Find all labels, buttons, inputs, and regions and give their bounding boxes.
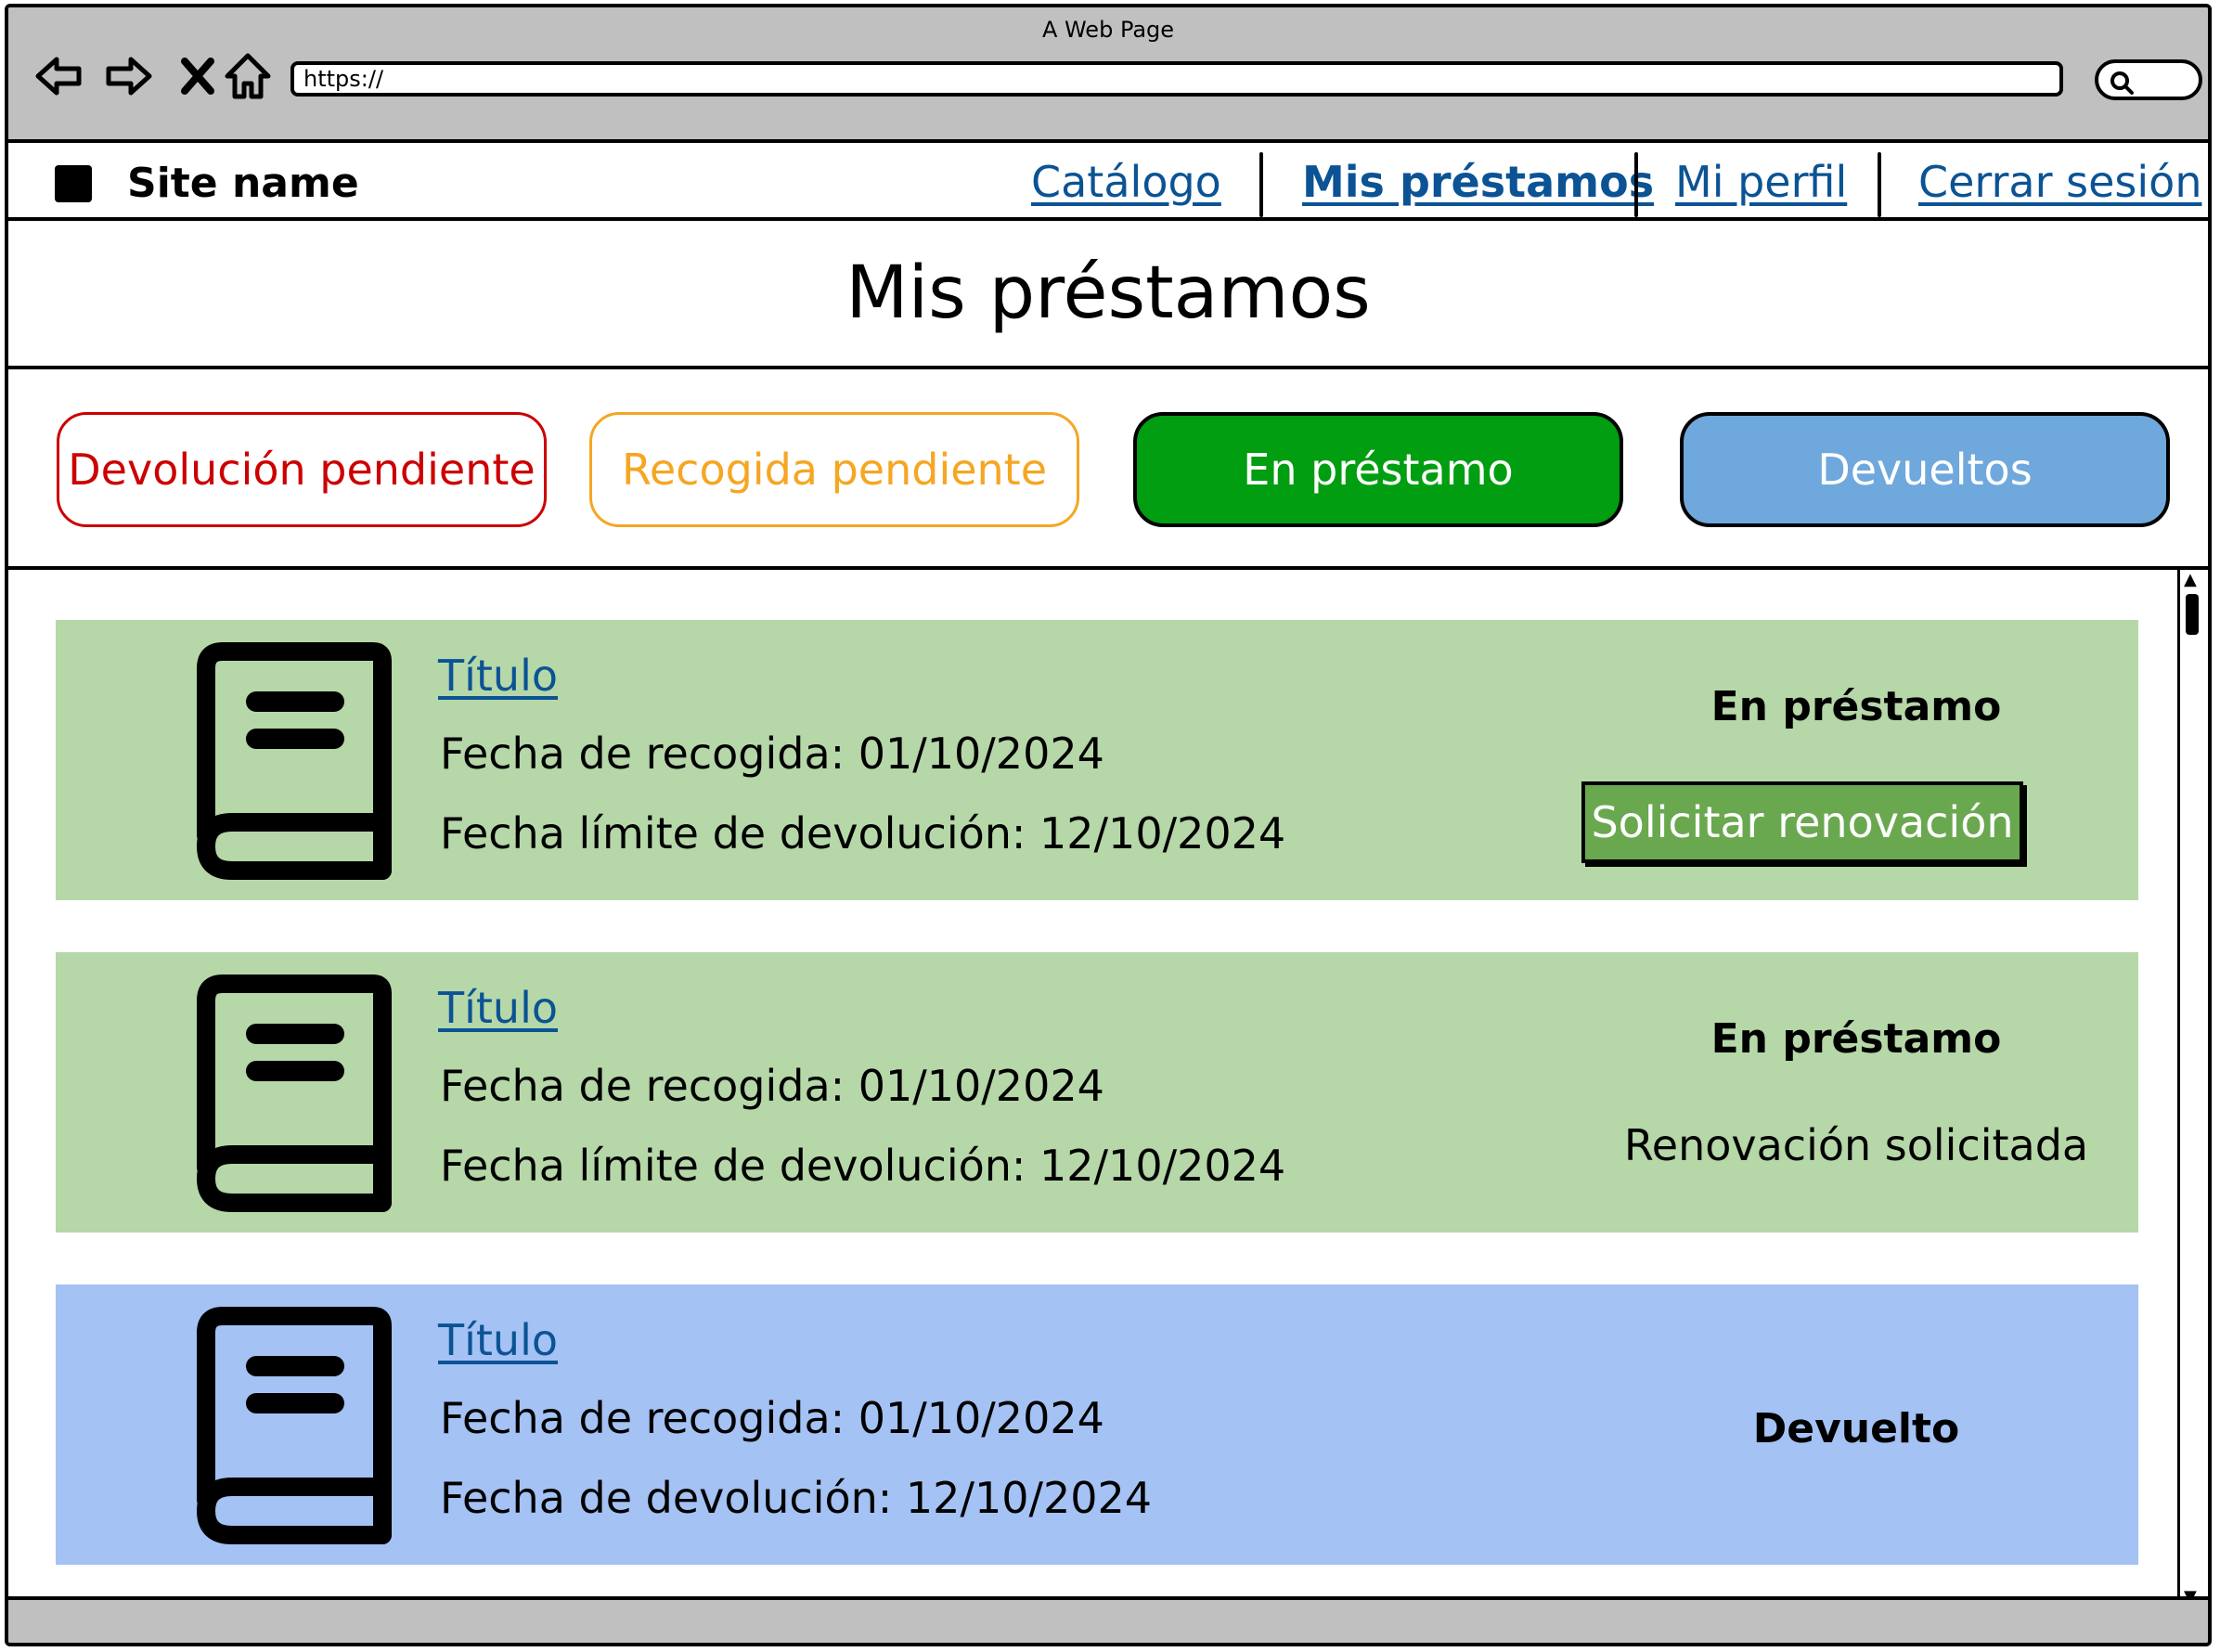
back-arrow-icon[interactable] [32, 50, 84, 102]
browser-toolbar: A Web Page https:// [8, 7, 2208, 143]
browser-status-bar [8, 1596, 2208, 1643]
nav-link-cerrar-sesion[interactable]: Cerrar sesión [1918, 154, 2201, 210]
return-date: Fecha de devolución: 12/10/2024 [440, 1473, 1153, 1523]
page-title: Mis préstamos [845, 252, 1371, 335]
vertical-scrollbar[interactable]: ▲ ▼ [2177, 570, 2208, 1607]
site-header: Site name Catálogo Mis préstamos Mi perf… [8, 143, 2208, 221]
site-logo [55, 165, 92, 202]
page-title-section: Mis préstamos [8, 221, 2208, 369]
home-icon[interactable] [222, 50, 274, 102]
loan-card: Título Fecha de recogida: 01/10/2024 Fec… [56, 620, 2138, 900]
book-icon [197, 1307, 392, 1544]
nav-separator [1634, 152, 1638, 217]
forward-arrow-icon[interactable] [103, 50, 155, 102]
filter-recogida-pendiente-button[interactable]: Recogida pendiente [589, 412, 1079, 527]
loan-title-link[interactable]: Título [438, 1314, 558, 1366]
scroll-up-icon[interactable]: ▲ [2184, 572, 2197, 588]
nav-separator [1878, 152, 1881, 217]
pickup-date: Fecha de recogida: 01/10/2024 [440, 1061, 1104, 1111]
nav-link-mi-perfil[interactable]: Mi perfil [1675, 154, 1847, 210]
book-icon [197, 974, 392, 1212]
browser-search-field[interactable] [2095, 59, 2202, 100]
nav-link-catalogo[interactable]: Catálogo [1031, 154, 1221, 210]
status-filters: Devolución pendiente Recogida pendiente … [8, 369, 2208, 570]
pickup-date: Fecha de recogida: 01/10/2024 [440, 1393, 1104, 1443]
loan-card: Título Fecha de recogida: 01/10/2024 Fec… [56, 952, 2138, 1233]
loan-list: Título Fecha de recogida: 01/10/2024 Fec… [8, 570, 2208, 1607]
due-date: Fecha límite de devolución: 12/10/2024 [440, 1141, 1286, 1191]
due-date: Fecha límite de devolución: 12/10/2024 [440, 808, 1286, 858]
loan-title-link[interactable]: Título [438, 982, 558, 1034]
loan-status: Devuelto [1752, 1405, 1960, 1452]
browser-window: A Web Page https:// Site name Catálogo M… [5, 4, 2212, 1646]
close-x-icon[interactable] [172, 50, 224, 102]
loan-status: En préstamo [1710, 1015, 2002, 1063]
search-icon [2110, 71, 2134, 95]
window-title: A Web Page [1041, 17, 1175, 43]
book-icon [197, 642, 392, 880]
address-bar[interactable]: https:// [290, 61, 2063, 97]
pickup-date: Fecha de recogida: 01/10/2024 [440, 729, 1104, 779]
filter-en-prestamo-button[interactable]: En préstamo [1133, 412, 1623, 527]
renewal-requested-note: Renovación solicitada [1623, 1120, 2089, 1170]
site-name: Site name [127, 160, 359, 207]
loan-title-link[interactable]: Título [438, 650, 558, 702]
filter-devolucion-pendiente-button[interactable]: Devolución pendiente [57, 412, 547, 527]
nav-link-mis-prestamos[interactable]: Mis préstamos [1302, 154, 1654, 210]
nav-separator [1259, 152, 1263, 217]
loan-status: En préstamo [1710, 683, 2002, 730]
filter-devueltos-button[interactable]: Devueltos [1680, 412, 2170, 527]
loan-card: Título Fecha de recogida: 01/10/2024 Fec… [56, 1284, 2138, 1565]
request-renewal-button[interactable]: Solicitar renovación [1581, 781, 2023, 863]
scroll-thumb[interactable] [2186, 594, 2199, 635]
